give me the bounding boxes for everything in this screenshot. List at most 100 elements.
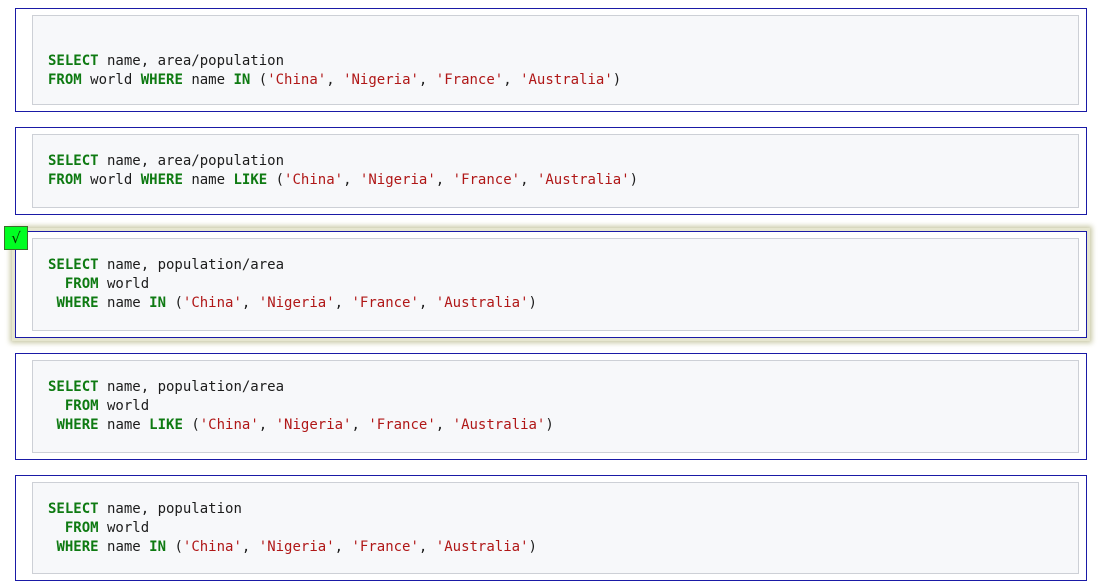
sql-keyword: SELECT [48, 257, 99, 273]
code-line-2: FROM world [48, 519, 149, 538]
sql-text: world [98, 276, 150, 292]
sql-string: 'France' [351, 295, 419, 311]
sql-text: , [258, 417, 276, 433]
sql-code-block: SELECT name, population/area FROM world … [32, 360, 1079, 453]
sql-string: 'China' [284, 172, 344, 188]
code-line-1: SELECT name, population/area [48, 256, 284, 275]
answer-option-5[interactable]: SELECT name, population FROM world WHERE… [15, 475, 1087, 581]
code-line-2: FROM world WHERE name IN ('China', 'Nige… [48, 71, 621, 90]
sql-text: , [418, 539, 436, 555]
sql-string: 'China' [182, 539, 242, 555]
sql-text: world [81, 72, 141, 88]
sql-text: , [435, 417, 453, 433]
answer-option-2[interactable]: SELECT name, area/population FROM world … [15, 127, 1087, 215]
sql-string: 'Australia' [435, 539, 529, 555]
sql-keyword: IN [149, 539, 167, 555]
sql-text: name, area/population [98, 153, 285, 169]
code-line-1: SELECT name, area/population [48, 52, 284, 71]
answer-option-3[interactable]: SELECT name, population/area FROM world … [4, 226, 1087, 338]
code-line-1: SELECT name, population/area [48, 378, 284, 397]
sql-text: ( [182, 417, 200, 433]
sql-text: name, area/population [98, 53, 285, 69]
sql-text: , [435, 172, 453, 188]
sql-text: ) [528, 539, 537, 555]
sql-text: ( [250, 72, 268, 88]
sql-string: 'France' [435, 72, 504, 88]
sql-code-block: SELECT name, area/population FROM world … [32, 134, 1079, 208]
sql-string: 'Nigeria' [258, 539, 335, 555]
sql-text: name [98, 295, 150, 311]
correct-check-icon: √ [4, 226, 28, 250]
sql-text: world [98, 520, 150, 536]
sql-text: ( [166, 539, 183, 555]
code-line-3: WHERE name IN ('China', 'Nigeria', 'Fran… [48, 294, 537, 313]
code-line-2: FROM world WHERE name LIKE ('China', 'Ni… [48, 171, 638, 190]
sql-string: 'Nigeria' [359, 172, 436, 188]
sql-keyword: IN [233, 72, 251, 88]
sql-text: world [81, 172, 141, 188]
sql-text: ( [166, 295, 183, 311]
sql-text: ) [528, 295, 537, 311]
sql-text: ( [267, 172, 285, 188]
sql-text: , [241, 295, 259, 311]
sql-keyword: SELECT [48, 53, 99, 69]
sql-text: name [98, 539, 150, 555]
answer-option-1[interactable]: SELECT name, area/population FROM world … [15, 8, 1087, 112]
sql-text: , [503, 72, 521, 88]
sql-text: , [520, 172, 537, 188]
sql-string: 'Nigeria' [275, 417, 352, 433]
sql-text: , [418, 295, 436, 311]
sql-keyword: WHERE [140, 172, 183, 188]
sql-keyword: WHERE [56, 295, 99, 311]
sql-keyword: WHERE [56, 539, 99, 555]
sql-text: , [418, 72, 436, 88]
sql-text: name, population/area [98, 257, 285, 273]
answer-option-4[interactable]: SELECT name, population/area FROM world … [15, 353, 1087, 460]
sql-string: 'Australia' [536, 172, 630, 188]
sql-keyword: SELECT [48, 379, 99, 395]
sql-string: 'Nigeria' [343, 72, 419, 88]
sql-keyword: LIKE [233, 172, 268, 188]
sql-keyword: WHERE [56, 417, 99, 433]
sql-text: world [98, 398, 150, 414]
code-line-3: WHERE name LIKE ('China', 'Nigeria', 'Fr… [48, 416, 554, 435]
sql-string: 'China' [267, 72, 327, 88]
sql-keyword: IN [149, 295, 167, 311]
sql-string: 'Australia' [452, 417, 546, 433]
sql-code-block: SELECT name, area/population FROM world … [32, 15, 1079, 105]
sql-code-block: SELECT name, population/area FROM world … [32, 238, 1079, 331]
sql-string: 'Australia' [435, 295, 529, 311]
sql-text: name [98, 417, 150, 433]
sql-text: , [326, 72, 344, 88]
sql-keyword: FROM [64, 520, 99, 536]
sql-text: name [182, 172, 234, 188]
code-line-2: FROM world [48, 397, 149, 416]
sql-text: ) [545, 417, 554, 433]
sql-keyword: SELECT [48, 501, 99, 517]
sql-string: 'Nigeria' [258, 295, 335, 311]
sql-code-block: SELECT name, population FROM world WHERE… [32, 482, 1079, 574]
sql-keyword: FROM [64, 276, 99, 292]
sql-text: , [241, 539, 259, 555]
sql-string: 'France' [452, 172, 521, 188]
sql-text: name, population/area [98, 379, 285, 395]
sql-string: 'France' [368, 417, 436, 433]
code-line-1: SELECT name, area/population [48, 152, 284, 171]
sql-keyword: FROM [48, 172, 82, 188]
sql-keyword: FROM [48, 72, 82, 88]
sql-text: ) [612, 72, 622, 88]
sql-keyword: LIKE [149, 417, 183, 433]
code-line-1: SELECT name, population [48, 500, 242, 519]
code-line-2: FROM world [48, 275, 149, 294]
sql-text: name [182, 72, 234, 88]
sql-text: , [334, 539, 352, 555]
sql-text: , [343, 172, 360, 188]
sql-string: 'China' [182, 295, 242, 311]
sql-string: 'Australia' [520, 72, 613, 88]
sql-string: 'France' [351, 539, 419, 555]
code-line-3: WHERE name IN ('China', 'Nigeria', 'Fran… [48, 538, 537, 557]
sql-string: 'China' [199, 417, 259, 433]
